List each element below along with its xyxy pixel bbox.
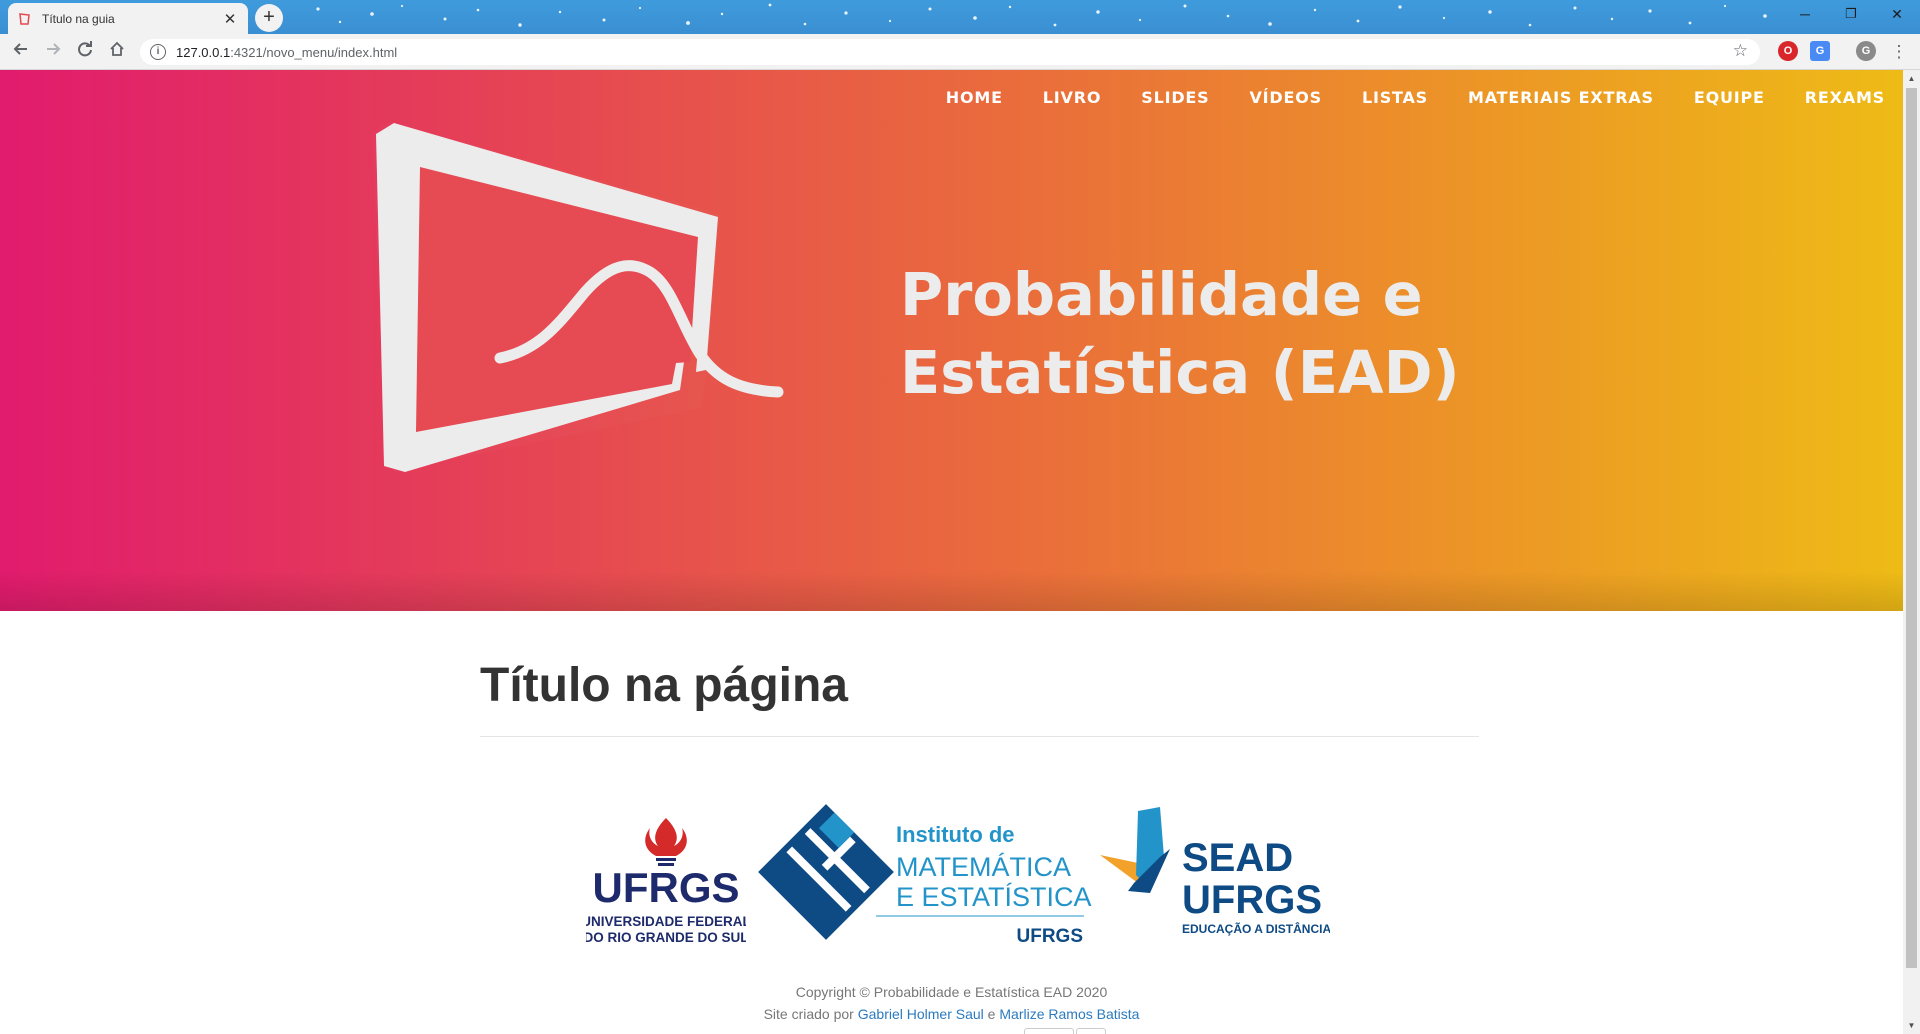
address-url: 127.0.0.1:4321/novo_menu/index.html [176,45,397,60]
partner-logos: UFRGS UNIVERSIDADE FEDERAL DO RIO GRANDE… [580,800,1330,950]
nav-equipe[interactable]: EQUIPE [1694,88,1765,107]
scroll-up-icon[interactable]: ▲ [1903,70,1920,87]
ufrgs-logo-line2: DO RIO GRANDE DO SUL [586,930,746,945]
nav-videos[interactable]: VÍDEOS [1249,88,1321,107]
hero-title: Probabilidade e Estatística (EAD) [900,256,1460,412]
window-restore-button[interactable]: ❐ [1828,0,1874,30]
credits-join: e [983,1006,1000,1022]
profile-avatar[interactable]: G [1856,41,1876,61]
ime-logo-line4: UFRGS [1017,926,1084,947]
footer-badge-small[interactable] [1076,1028,1106,1034]
course-logo-icon [376,123,784,472]
reload-icon[interactable] [72,39,98,65]
url-host: 127.0.0.1 [176,44,231,60]
site-info-icon[interactable]: i [150,44,166,60]
author-link-marlize[interactable]: Marlize Ramos Batista [999,1006,1139,1022]
new-tab-button[interactable]: + [255,4,283,32]
nav-home[interactable]: HOME [946,88,1003,107]
opera-extension-icon[interactable]: O [1778,41,1798,61]
translate-extension-icon[interactable]: G [1810,41,1830,61]
tab-close-icon[interactable]: ✕ [222,10,238,28]
nav-listas[interactable]: LISTAS [1362,88,1428,107]
ufrgs-logo: UFRGS UNIVERSIDADE FEDERAL DO RIO GRANDE… [586,818,746,945]
ufrgs-logo-name: UFRGS [593,864,740,911]
back-icon[interactable] [8,39,34,65]
ufrgs-logo-line1: UNIVERSIDADE FEDERAL [586,914,746,929]
credits-prefix: Site criado por [763,1006,858,1022]
nav-livro[interactable]: LIVRO [1043,88,1101,107]
sead-logo-line3: EDUCAÇÃO A DISTÂNCIA [1182,921,1330,936]
ime-logo-line3: E ESTATÍSTICA [896,882,1092,912]
browser-tab-strip: Título na guia ✕ + ─ ❐ ✕ [0,0,1920,34]
forward-icon[interactable] [40,39,66,65]
page-scrollbar[interactable]: ▲ ▼ [1903,70,1920,1034]
ime-logo: Instituto de MATEMÁTICA E ESTATÍSTICA UF… [758,804,1092,947]
address-bar[interactable]: i 127.0.0.1:4321/novo_menu/index.html ☆ [140,39,1760,65]
hero-title-line1: Probabilidade e [900,260,1423,329]
nav-slides[interactable]: SLIDES [1141,88,1209,107]
browser-toolbar: i 127.0.0.1:4321/novo_menu/index.html ☆ … [0,34,1920,70]
sead-logo-line2: UFRGS [1182,878,1322,922]
sead-logo: SEAD UFRGS EDUCAÇÃO A DISTÂNCIA [1100,807,1330,936]
hero-banner: HOME LIVRO SLIDES VÍDEOS LISTAS MATERIAI… [0,70,1903,611]
sead-logo-line1: SEAD [1182,836,1293,880]
nav-rexams[interactable]: REXAMS [1805,88,1885,107]
footer-copyright: Copyright © Probabilidade e Estatística … [795,984,1108,1000]
footer-badge[interactable] [1024,1028,1074,1034]
stars-theme-background [316,3,1767,27]
bookmark-star-icon[interactable]: ☆ [1733,41,1748,61]
browser-menu-icon[interactable]: ⋮ [1886,39,1912,65]
nav-materiais-extras[interactable]: MATERIAIS EXTRAS [1468,88,1654,107]
footer-credits: Site criado por Gabriel Holmer Saul e Ma… [0,1006,1903,1022]
tab-title: Título na guia [42,11,115,26]
hero-title-line2: Estatística (EAD) [900,338,1460,407]
ime-logo-line1: Instituto de [896,822,1015,847]
window-minimize-button[interactable]: ─ [1782,0,1828,30]
ime-logo-line2: MATEMÁTICA [896,852,1071,882]
scrollbar-thumb[interactable] [1906,88,1917,968]
url-path: :4321/novo_menu/index.html [230,44,398,60]
home-icon[interactable] [104,39,130,65]
window-close-button[interactable]: ✕ [1874,0,1920,30]
author-link-gabriel[interactable]: Gabriel Holmer Saul [858,1006,984,1022]
page-favicon-icon [19,12,30,25]
title-divider [480,736,1479,737]
browser-tab-active[interactable]: Título na guia ✕ [8,3,248,34]
page-title: Título na página [480,659,848,712]
hero-bottom-shade [0,571,1903,611]
scroll-down-icon[interactable]: ▼ [1903,1017,1920,1034]
page-viewport: HOME LIVRO SLIDES VÍDEOS LISTAS MATERIAI… [0,70,1920,1034]
main-nav: HOME LIVRO SLIDES VÍDEOS LISTAS MATERIAI… [906,88,1885,107]
